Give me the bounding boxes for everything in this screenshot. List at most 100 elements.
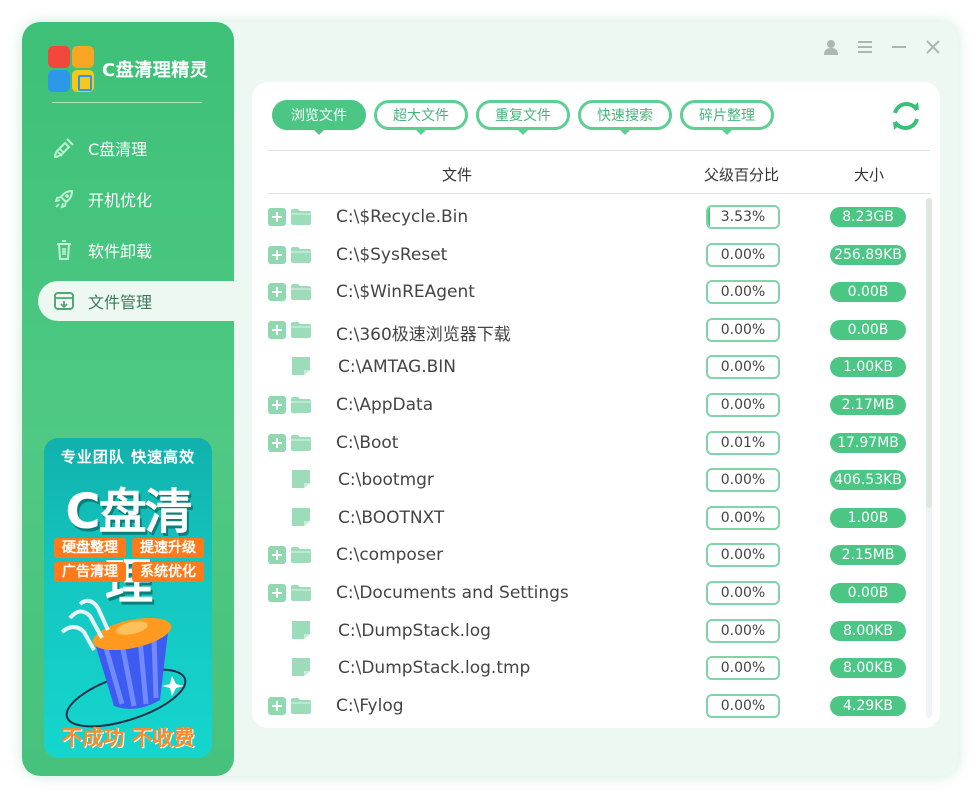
promo-tag: 系统优化	[132, 562, 204, 582]
table-row[interactable]: C:\Fylog 0.00% 4.29KB	[268, 687, 918, 725]
percent-value: 0.01%	[720, 434, 766, 451]
app-logo: C盘清理精灵	[48, 46, 208, 92]
expand-icon[interactable]	[268, 546, 286, 565]
trash-can-illustration-icon	[60, 598, 187, 728]
scrollbar-thumb[interactable]	[926, 198, 932, 508]
file-icon	[292, 658, 310, 677]
folder-icon	[291, 434, 311, 451]
size-badge: 2.15MB	[830, 545, 906, 566]
expand-icon[interactable]	[268, 395, 286, 414]
expand-icon[interactable]	[268, 696, 286, 715]
file-name: C:\Fylog	[336, 695, 404, 716]
nav-label: C盘清理	[88, 140, 148, 159]
expand-icon[interactable]	[268, 583, 286, 602]
folder-icon	[291, 697, 311, 714]
percent-value: 0.00%	[720, 472, 766, 489]
table-row[interactable]: C:\bootmgr 0.00% 406.53KB	[268, 461, 918, 499]
percent-bar-fill	[708, 207, 711, 227]
table-header: 文件 父级百分比 大小	[268, 150, 930, 194]
close-icon[interactable]	[922, 36, 944, 58]
table-row[interactable]: C:\$Recycle.Bin 3.53% 8.23GB	[268, 198, 918, 236]
file-name: C:\AppData	[336, 394, 434, 415]
percent-bar: 0.00%	[706, 618, 780, 643]
promo-banner[interactable]: 专业团队 快速高效 C盘清理 硬盘整理 提速升级 广告清理 系统优化 不成功 不…	[44, 438, 212, 758]
percent-bar: 0.00%	[706, 280, 780, 305]
nav-item-startup[interactable]: 开机优化	[38, 179, 234, 219]
promo-slogan: 不成功 不收费	[61, 726, 195, 750]
column-header-percent: 父级百分比	[704, 166, 780, 184]
size-badge: 0.00B	[830, 582, 906, 603]
trash-icon	[52, 238, 76, 262]
logo-icon	[48, 46, 94, 92]
app-title: C盘清理精灵	[102, 60, 209, 81]
file-name: C:\composer	[336, 545, 444, 566]
minimize-icon[interactable]	[888, 36, 910, 58]
file-name: C:\360极速浏览器下载	[336, 324, 511, 345]
nav-item-file-manager[interactable]: 文件管理	[38, 281, 234, 321]
refresh-icon[interactable]	[888, 98, 924, 134]
table-row[interactable]: C:\$WinREAgent 0.00% 0.00B	[268, 273, 918, 311]
tab-browse-files[interactable]: 浏览文件	[272, 100, 366, 135]
tab-large-files[interactable]: 超大文件	[374, 100, 468, 135]
table-row[interactable]: C:\BOOTNXT 0.00% 1.00B	[268, 499, 918, 537]
user-icon[interactable]	[820, 36, 842, 58]
tab-defragment[interactable]: 碎片整理	[680, 100, 774, 135]
percent-bar: 0.01%	[706, 430, 780, 455]
nav-item-c-clean[interactable]: C盘清理	[38, 128, 234, 168]
nav-item-uninstall[interactable]: 软件卸载	[38, 230, 234, 270]
table-row[interactable]: C:\Documents and Settings 0.00% 0.00B	[268, 574, 918, 612]
file-list: C:\$Recycle.Bin 3.53% 8.23GB C:\$SysReset 0.…	[268, 198, 918, 724]
file-name: C:\$Recycle.Bin	[336, 207, 469, 227]
table-row[interactable]: C:\DumpStack.log.tmp 0.00% 8.00KB	[268, 649, 918, 687]
percent-bar: 0.00%	[706, 693, 780, 718]
percent-value: 0.00%	[720, 321, 766, 338]
expand-icon[interactable]	[268, 245, 286, 264]
size-badge: 406.53KB	[830, 470, 906, 491]
column-header-file: 文件	[442, 166, 473, 184]
file-name: C:\DumpStack.log.tmp	[338, 658, 531, 679]
column-header-size: 大小	[854, 166, 885, 184]
folder-icon	[291, 209, 311, 225]
expand-icon[interactable]	[268, 283, 286, 302]
percent-bar: 0.00%	[706, 580, 780, 605]
rocket-icon	[52, 187, 76, 211]
percent-bar: 0.00%	[706, 543, 780, 568]
size-badge: 1.00KB	[830, 357, 906, 378]
promo-tag: 广告清理	[54, 562, 126, 582]
size-badge: 0.00B	[830, 319, 906, 340]
tab-bar: 浏览文件 超大文件 重复文件 快速搜索 碎片整理	[272, 100, 774, 135]
file-icon	[292, 470, 310, 489]
scrollbar[interactable]	[926, 198, 932, 718]
folder-icon	[291, 396, 311, 413]
tab-quick-search[interactable]: 快速搜索	[578, 100, 672, 135]
nav-label: 文件管理	[88, 293, 153, 312]
file-icon	[292, 357, 310, 376]
percent-value: 0.00%	[720, 246, 766, 263]
table-row[interactable]: C:\AppData 0.00% 2.17MB	[268, 386, 918, 424]
promo-tag: 提速升级	[132, 538, 204, 558]
table-row[interactable]: C:\AMTAG.BIN 0.00% 1.00KB	[268, 348, 918, 386]
percent-value: 0.00%	[720, 396, 766, 413]
promo-tags: 硬盘整理 提速升级 广告清理 系统优化	[54, 538, 204, 582]
tab-duplicate-files[interactable]: 重复文件	[476, 100, 570, 135]
table-row[interactable]: C:\DumpStack.log 0.00% 8.00KB	[268, 612, 918, 650]
expand-icon[interactable]	[268, 433, 286, 452]
percent-value: 0.00%	[720, 547, 766, 564]
table-row[interactable]: C:\$SysReset 0.00% 256.89KB	[268, 236, 918, 274]
table-row[interactable]: C:\composer 0.00% 2.15MB	[268, 536, 918, 574]
expand-icon[interactable]	[268, 208, 286, 226]
table-row[interactable]: C:\360极速浏览器下载 0.00% 0.00B	[268, 311, 918, 349]
percent-bar: 3.53%	[706, 205, 780, 229]
nav-label: 开机优化	[88, 191, 153, 210]
app-window: C盘清理精灵 C盘清理 开机优化 软件卸载 文件管理 专业团队 快速高效 C盘清…	[22, 22, 958, 776]
expand-icon[interactable]	[268, 320, 286, 339]
file-name: C:\Documents and Settings	[336, 582, 569, 603]
percent-value: 0.00%	[720, 622, 766, 639]
table-row[interactable]: C:\Boot 0.01% 17.97MB	[268, 424, 918, 462]
size-badge: 8.00KB	[830, 658, 906, 679]
percent-bar: 0.00%	[706, 505, 780, 530]
file-name: C:\$WinREAgent	[336, 282, 475, 303]
menu-icon[interactable]	[854, 36, 876, 58]
percent-value: 0.00%	[720, 584, 766, 601]
percent-value: 0.00%	[720, 660, 766, 677]
